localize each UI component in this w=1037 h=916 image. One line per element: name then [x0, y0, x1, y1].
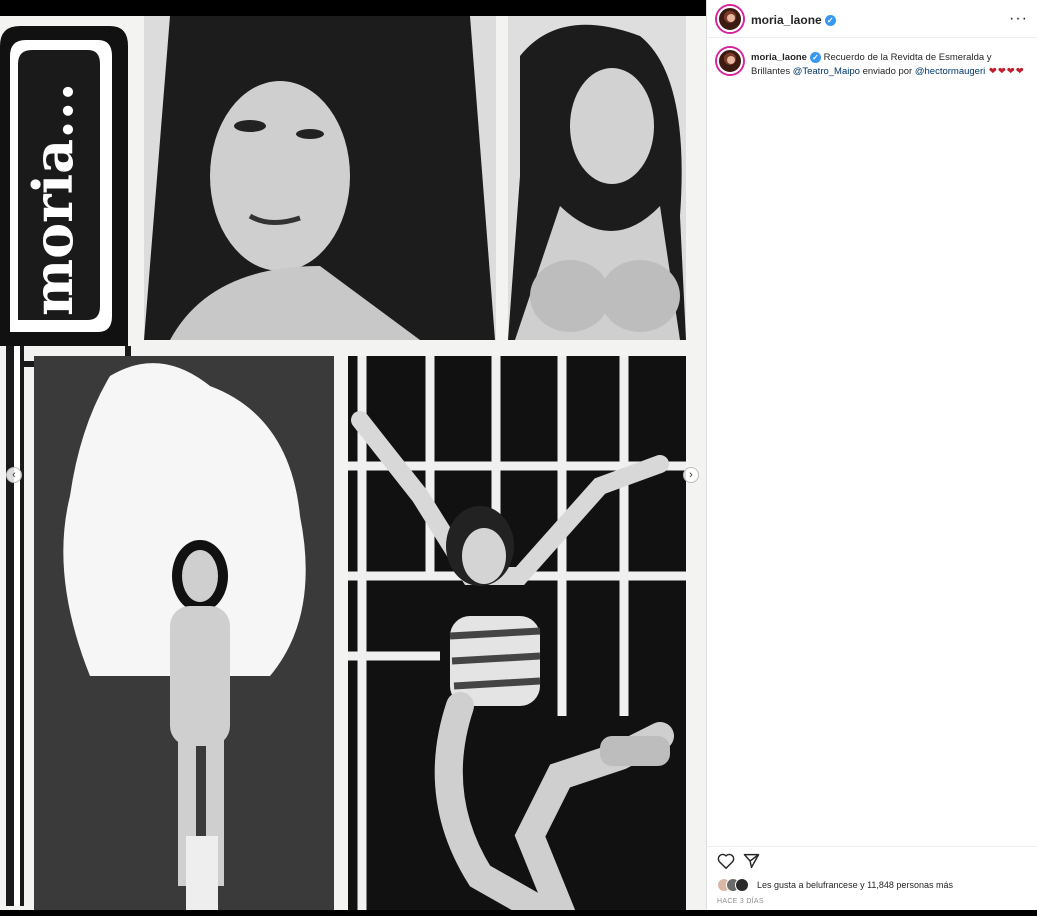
avatar[interactable]: [717, 6, 743, 32]
mention-teatro-maipo[interactable]: @Teatro_Maipo: [793, 66, 860, 77]
mention-hectormaugeri[interactable]: @hectormaugeri: [915, 66, 985, 77]
bottom-bar: [0, 910, 1037, 916]
more-options-icon[interactable]: ···: [1009, 10, 1028, 28]
magazine-collage-illustration: moria...: [0, 16, 706, 910]
heart-icon[interactable]: [717, 853, 735, 874]
paper-plane-icon[interactable]: [743, 853, 760, 874]
caption-verified-badge-icon: ✓: [809, 51, 821, 63]
caption-avatar[interactable]: [717, 48, 743, 74]
carousel-next-button[interactable]: ›: [683, 467, 699, 483]
post-image[interactable]: moria... ‹ ›: [0, 16, 706, 910]
liker-avatar: [735, 878, 749, 892]
moria-wordmark: moria...: [21, 82, 85, 316]
post-timestamp[interactable]: HACE 3 DÍAS: [717, 898, 764, 905]
action-bar: [707, 846, 1037, 872]
verified-badge-icon: ✓: [824, 15, 836, 27]
heart-emojis: ❤❤❤❤: [985, 66, 1025, 77]
post-header: moria_laone ✓ ···: [707, 0, 1037, 38]
likes-row[interactable]: Les gusta a belufrancese y 11,848 person…: [717, 878, 1037, 894]
caption-username[interactable]: moria_laone: [751, 52, 807, 63]
author-username-text[interactable]: moria_laone: [751, 13, 822, 27]
author-username[interactable]: moria_laone ✓: [751, 13, 836, 27]
likes-count-text[interactable]: Les gusta a belufrancese y 11,848 person…: [757, 880, 953, 890]
carousel-prev-button[interactable]: ‹: [6, 467, 22, 483]
post-viewer: moria... ‹ › moria_laone ✓ ··· moria_laon…: [0, 0, 1037, 916]
caption-text: moria_laone ✓ Recuerdo de la Revidta de E…: [751, 51, 1031, 79]
post-side-panel: moria_laone ✓ ··· moria_laone ✓ Recuerdo d…: [706, 0, 1037, 910]
caption-body-2: enviado por: [859, 66, 915, 77]
